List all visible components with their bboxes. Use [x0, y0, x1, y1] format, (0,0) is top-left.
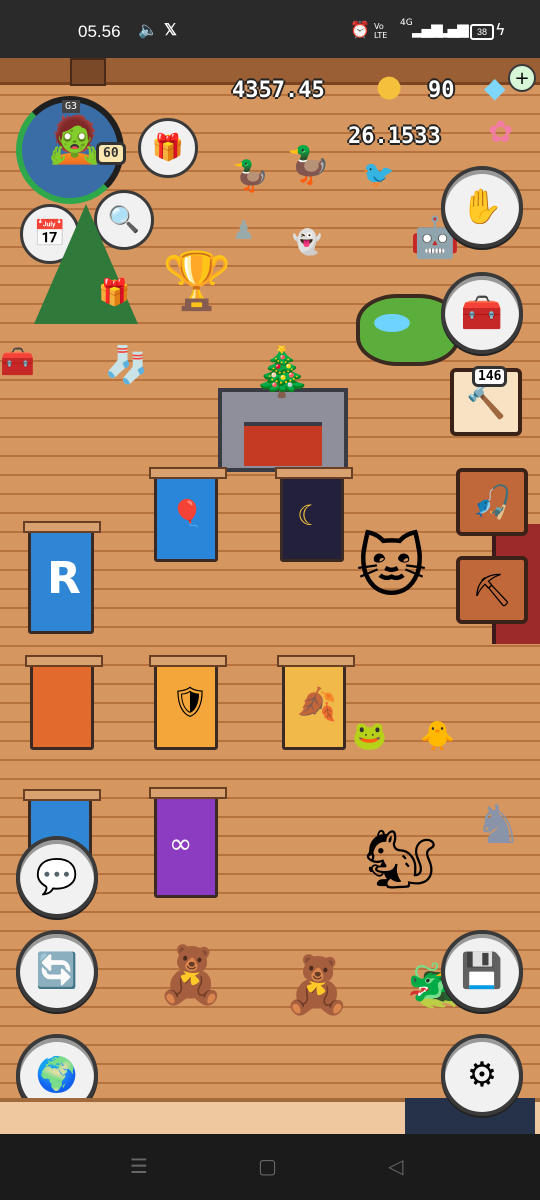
stocking-icon[interactable]: 🧦 — [104, 348, 149, 384]
diamond-icon: ◆ — [484, 71, 506, 104]
gems-value: 90 — [428, 78, 455, 103]
island-pond — [374, 314, 410, 332]
signal2-icon: ▂▄▆ — [438, 20, 469, 38]
network-type: 4G — [400, 18, 413, 28]
knight-statue-icon[interactable]: ♞ — [474, 798, 522, 852]
letter-r-icon: R — [47, 553, 81, 604]
alarm-icon: ⏰ — [350, 20, 370, 39]
flower-currency-value: 26.1533 — [348, 124, 441, 149]
armored-cat-player[interactable]: 🐱 — [356, 534, 427, 602]
battery-icon: 38 — [470, 24, 494, 40]
add-gems-button[interactable]: + — [508, 64, 536, 92]
status-bar: 05.56 🔈 𝕏 ⏰ Vo LTE 4G ▂▄▆ ▂▄▆ 38 ϟ — [0, 0, 540, 58]
gift-button[interactable]: 🎁 — [138, 118, 198, 178]
signal-icon: ▂▄▆ — [412, 20, 443, 38]
fireplace-fire — [244, 422, 322, 466]
system-nav-bar: ☰ ▢ ◁ — [0, 1134, 540, 1200]
avatar-face-icon: 🧟 — [46, 112, 104, 166]
x-app-icon: 𝕏 — [164, 22, 177, 39]
glove-icon: ✋ — [460, 187, 504, 227]
toolbox-button[interactable]: 🧰 — [441, 272, 523, 354]
balloon-icon: 🎈 — [171, 499, 204, 529]
golden-trophy-icon[interactable]: 🏆 — [162, 254, 232, 310]
present-box-icon[interactable]: 🎁 — [98, 280, 130, 306]
mallard-icon[interactable]: 🦆 — [286, 148, 331, 184]
recent-apps-icon[interactable]: ☰ — [130, 1154, 148, 1178]
swap-icon: 🔄 — [35, 951, 79, 991]
home-icon[interactable]: ▢ — [258, 1154, 277, 1178]
green-pet-icon[interactable]: 🐸 — [352, 722, 387, 750]
level-badge: 60 — [96, 142, 126, 165]
wreath-icon[interactable]: 🎄 — [252, 348, 312, 396]
game-world[interactable]: 4357.45 ● 90 ◆ + 26.1533 ✿ 🧟 G3 60 🎁 📅 🔍… — [0, 58, 540, 1134]
pawn-statue-icon[interactable]: ♟ — [232, 218, 255, 244]
leaf-icon: 🍂 — [297, 685, 337, 723]
coin-stack-icon: ● — [376, 69, 403, 104]
banner-orange[interactable] — [25, 655, 103, 750]
flower-icon: ✿ — [488, 115, 514, 150]
wall-frame — [70, 58, 106, 86]
pickaxe-slot[interactable]: ⛏ — [456, 556, 528, 624]
green-bird-icon[interactable]: 🐦 — [362, 162, 394, 188]
offscreen-chest-icon[interactable]: 🧰 — [0, 348, 35, 376]
banner-moon[interactable]: ☾ — [275, 467, 353, 562]
banner-r[interactable]: R — [23, 521, 101, 634]
banner-balloon[interactable]: 🎈 — [149, 467, 227, 562]
status-time: 05.56 — [78, 22, 121, 41]
pickaxe-icon: ⛏ — [471, 571, 513, 609]
volume-icon: 🔈 — [138, 20, 158, 39]
globe-icon: 🌍 — [35, 1055, 79, 1095]
interact-button[interactable]: ✋ — [441, 166, 523, 248]
small-creature-icon[interactable]: 👻 — [292, 230, 322, 254]
yellow-pet-icon[interactable]: 🐥 — [420, 722, 455, 750]
chat-icon: 💬 — [35, 857, 79, 897]
hammer-icon: 🔨 — [466, 383, 506, 421]
save-button[interactable]: 💾 — [441, 930, 523, 1012]
fishing-rod-icon: 🎣 — [472, 483, 512, 521]
charging-icon: ϟ — [495, 20, 506, 39]
swap-button[interactable]: 🔄 — [16, 930, 98, 1012]
toolbox-icon: 🧰 — [460, 293, 504, 333]
back-icon[interactable]: ◁ — [388, 1154, 403, 1178]
shield-icon: 🛡 — [171, 685, 210, 720]
fireplace[interactable] — [218, 388, 348, 472]
gift-icon: 🎁 — [151, 133, 185, 163]
squirrel-icon[interactable]: 🐿 — [364, 830, 438, 888]
gear-icon: ⚙ — [466, 1055, 498, 1095]
banner-leaf[interactable]: 🍂 — [277, 655, 355, 750]
builder-bear-icon[interactable]: 🧸 — [156, 948, 226, 1004]
settings-button[interactable]: ⚙ — [441, 1034, 523, 1116]
chat-button[interactable]: 💬 — [16, 836, 98, 918]
item-count-badge: 146 — [472, 366, 508, 387]
coins-value: 4357.45 — [232, 78, 325, 103]
floppy-disk-icon: 💾 — [460, 951, 504, 991]
duck-icon[interactable]: 🦆 — [232, 162, 269, 192]
banner-shield[interactable]: 🛡 — [149, 655, 227, 750]
player-tag: G3 — [62, 100, 81, 113]
banner-infinity[interactable]: ∞ — [149, 787, 227, 898]
moon-icon: ☾ — [297, 499, 323, 532]
infinity-icon: ∞ — [169, 827, 193, 860]
equipped-item-slot[interactable]: 🔨 146 — [450, 366, 522, 436]
fishing-rod-slot[interactable]: 🎣 — [456, 468, 528, 536]
ninja-bear-icon[interactable]: 🧸 — [282, 958, 352, 1014]
plus-icon: + — [514, 67, 530, 89]
volte-icon: Vo LTE — [374, 22, 388, 40]
